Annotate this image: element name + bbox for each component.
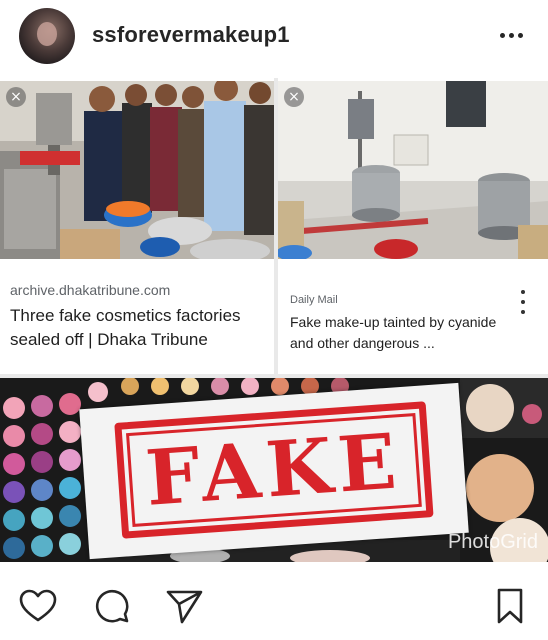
card-source[interactable]: Daily Mail <box>290 294 338 306</box>
close-icon[interactable]: × <box>6 87 26 107</box>
card-title[interactable]: Three fake cosmetics factories sealed of… <box>10 304 270 352</box>
news-card-dhaka-tribune: × archive.dhakatribune.com Three fake co… <box>0 78 274 374</box>
post-header: ssforevermakeup1 <box>0 0 548 78</box>
makeup-palette-collage: FAKE PhotoGrid <box>0 378 548 562</box>
news-cards: × archive.dhakatribune.com Three fake co… <box>0 78 548 378</box>
card-title[interactable]: Fake make-up tainted by cyanide and othe… <box>290 312 520 354</box>
card-image-factory-floor: × <box>278 81 548 259</box>
card-source[interactable]: archive.dhakatribune.com <box>10 282 170 298</box>
post-action-bar <box>0 562 548 640</box>
card-image-factory-raid: × <box>0 81 274 259</box>
send-icon[interactable] <box>162 584 206 628</box>
close-icon[interactable]: × <box>284 87 304 107</box>
watermark-text: PhotoGrid <box>447 531 538 553</box>
comment-icon[interactable] <box>90 584 134 628</box>
kebab-menu-icon[interactable] <box>518 290 528 314</box>
stamp-text: FAKE <box>142 416 405 523</box>
username[interactable]: ssforevermakeup1 <box>92 22 290 48</box>
post-photo[interactable]: × archive.dhakatribune.com Three fake co… <box>0 78 548 562</box>
more-options-icon[interactable] <box>496 20 526 50</box>
bookmark-icon[interactable] <box>488 584 532 628</box>
avatar[interactable] <box>19 8 75 64</box>
fake-stamp-board: FAKE <box>79 382 469 560</box>
heart-icon[interactable] <box>16 584 60 628</box>
fake-stamp: FAKE <box>114 401 434 539</box>
news-card-daily-mail: × Daily Mail Fake make-up tainted by cya… <box>278 78 548 374</box>
